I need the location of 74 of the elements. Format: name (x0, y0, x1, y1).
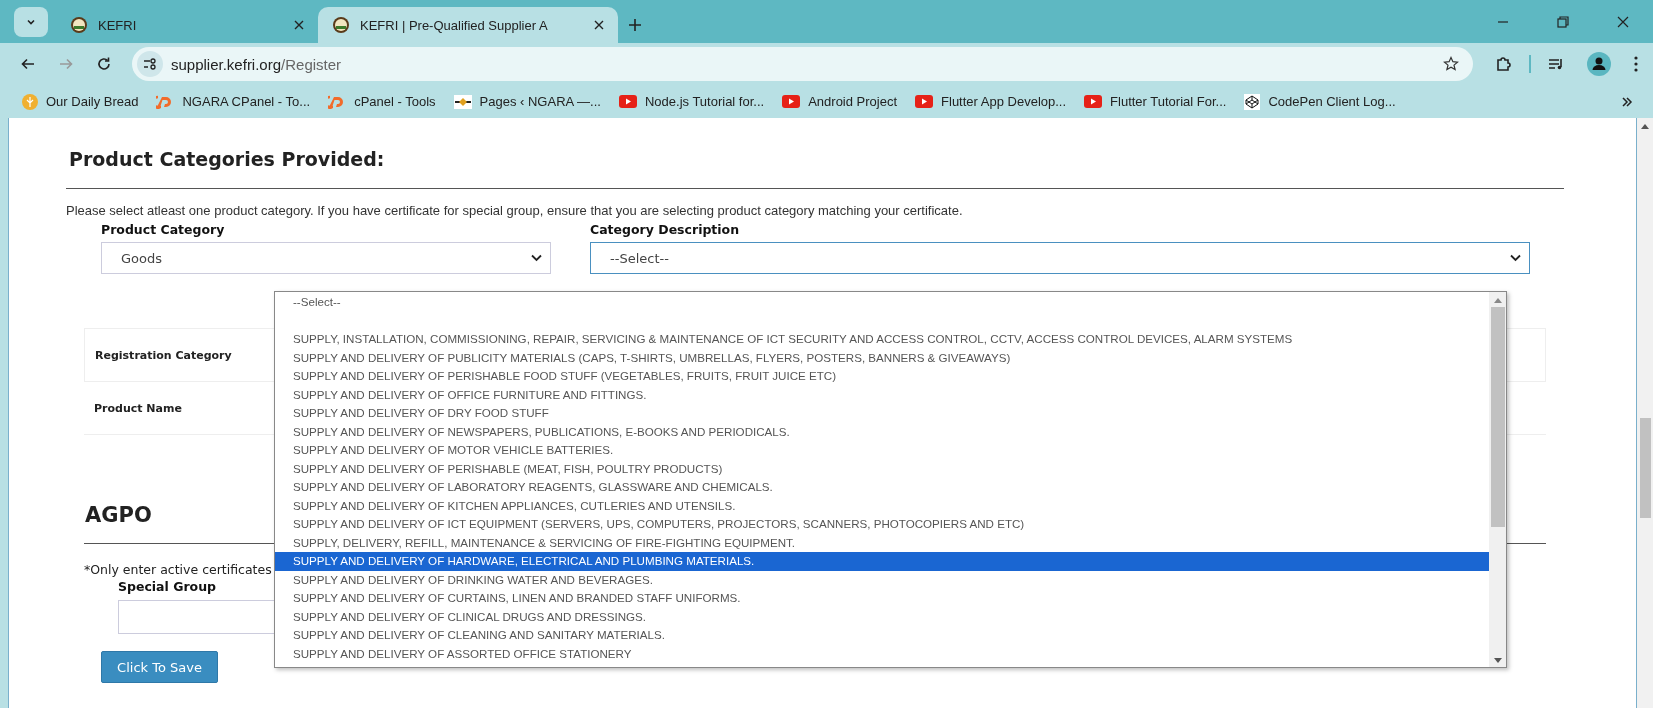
bookmark[interactable]: Node.js Tutorial for... (618, 94, 765, 109)
dropdown-option[interactable]: SUPPLY AND DELIVERY OF PERISHABLE (MEAT, FISH, POULTRY PRODUCTS) (275, 459, 1489, 478)
puzzle-piece-icon[interactable] (1495, 55, 1513, 73)
save-button[interactable]: Click To Save (101, 651, 218, 683)
profile-icon[interactable] (1587, 52, 1611, 76)
close-icon[interactable] (294, 20, 304, 30)
dropdown-option[interactable]: SUPPLY AND DELIVERY OF KITCHEN APPLIANCES, CUTLERIES AND UTENSILS. (275, 496, 1489, 515)
bookmark[interactable]: Pages ‹ NGARA —... (453, 94, 601, 109)
address-bar[interactable]: supplier.kefri.org/Register (132, 47, 1473, 81)
emblem-icon (70, 16, 88, 34)
back-arrow-icon[interactable] (20, 56, 36, 72)
bookmark[interactable]: Flutter Tutorial For... (1084, 94, 1227, 109)
close-icon[interactable] (1617, 16, 1629, 28)
dropdown-option[interactable]: SUPPLY AND DELIVERY OF MOTOR VEHICLE BATTERIES. (275, 441, 1489, 460)
play-icon (782, 95, 801, 108)
field-label: Product Category (101, 222, 226, 237)
scrollbar-thumb[interactable] (1490, 307, 1505, 527)
dropdown-option[interactable]: SUPPLY AND DELIVERY OF CLINICAL DRUGS AND DRESSINGS. (275, 607, 1489, 626)
dropdown-option[interactable]: SUPPLY, DELIVERY, REFILL, MAINTENANCE & SERVICING OF FIRE-FIGHTING EQUIPMENT. (275, 533, 1489, 552)
browser-tab[interactable]: KEFRI (56, 7, 318, 43)
dropdown-option[interactable]: --Select-- (275, 293, 1489, 312)
dropdown-option[interactable]: SUPPLY AND DELIVERY OF DRY FOOD STUFF (275, 404, 1489, 423)
scroll-down-icon[interactable] (1493, 658, 1502, 663)
dropdown-option[interactable]: SUPPLY AND DELIVERY OF PERISHABLE FOOD STUFF (VEGETABLES, FRUITS, FRUIT JUICE ETC) (275, 367, 1489, 386)
new-tab-icon[interactable] (628, 18, 642, 32)
scrollbar-thumb[interactable] (1639, 418, 1651, 518)
star-icon[interactable] (1443, 56, 1459, 72)
scroll-up-icon[interactable] (1493, 298, 1502, 303)
dropdown-option[interactable]: SUPPLY AND DELIVERY OF HARDWARE, ELECTRICAL AND PLUMBING MATERIALS. (275, 552, 1489, 571)
dropdown-option[interactable]: SUPPLY AND DELIVERY OF CURTAINS, LINEN AND BRANDED STAFF UNIFORMS. (275, 589, 1489, 608)
url-text: supplier.kefri.org/Register (171, 55, 342, 73)
table-cell: Product Name (94, 401, 182, 415)
section-heading: AGPO (85, 503, 152, 527)
restore-icon[interactable] (1557, 16, 1569, 28)
play-icon (1084, 95, 1103, 108)
dropdown-option[interactable]: SUPPLY, INSTALLATION, COMMISSIONING, REPAIR, SERVICING & MAINTENANCE OF ICT SECURITY AND ACCESS CONTROL, CCTV, ACCESS CONTROL DEVICES, ALARM SYSTEMS (275, 330, 1489, 349)
scrollbar[interactable] (1636, 118, 1653, 708)
chevron-icon[interactable] (1621, 95, 1633, 108)
emblem-icon (332, 16, 350, 34)
category-description-select[interactable]: --Select-- (590, 242, 1530, 274)
tab-title: KEFRI | Pre-Qualified Supplier A (360, 17, 549, 33)
field-label: Category Description (590, 222, 741, 237)
chevron-down-icon (1510, 254, 1521, 262)
section-heading: Product Categories Provided: (69, 148, 385, 170)
dropdown-option[interactable]: SUPPLY AND DELIVERY OF DRINKING WATER AND BEVERAGES. (275, 570, 1489, 589)
bookmark[interactable]: Android Project (782, 94, 898, 109)
dropdown-option[interactable]: SUPPLY AND DELIVERY OF NEWSPAPERS, PUBLICATIONS, E-BOOKS AND PERIODICALS. (275, 422, 1489, 441)
tab-title: KEFRI (98, 17, 138, 33)
dropdown-option[interactable]: SUPPLY AND DELIVERY OF ASSORTED OFFICE STATIONERY (275, 644, 1489, 663)
dropdown-option[interactable]: SUPPLY AND DELIVERY OF CLEANING AND SANITARY MATERIALS. (275, 626, 1489, 645)
instruction-text: Please select atleast one product category. If you have certificate for special group, ensure that you are selecting product category matching your certificate. (66, 203, 963, 218)
bookmark[interactable]: CodePen Client Log... (1244, 93, 1396, 110)
site-settings-icon[interactable] (137, 51, 163, 77)
table-cell: Registration Category (95, 348, 232, 362)
play-icon (915, 95, 934, 108)
play-icon (618, 95, 637, 108)
note-text: *Only enter active certificates (84, 562, 273, 577)
bookmark[interactable]: cPanel - Tools (328, 94, 436, 109)
scrollbar[interactable] (1489, 292, 1506, 667)
bookmark[interactable]: Our Daily Bread (22, 93, 139, 110)
bookmark[interactable]: Flutter App Develop... (915, 94, 1067, 109)
dropdown-option[interactable]: SUPPLY AND DELIVERY OF LABORATORY REAGENTS, GLASSWARE AND CHEMICALS. (275, 478, 1489, 497)
close-icon[interactable] (594, 20, 604, 30)
reload-icon[interactable] (96, 56, 112, 72)
menu-icon[interactable] (1633, 55, 1639, 73)
browser-tab[interactable]: KEFRI | Pre-Qualified Supplier A (318, 7, 618, 43)
dropdown-option[interactable]: SUPPLY AND DELIVERY OF OFFICE FURNITURE AND FITTINGS. (275, 385, 1489, 404)
dropdown-option[interactable]: SUPPLY AND DELIVERY OF ICT EQUIPMENT (SERVERS, UPS, COMPUTERS, PROJECTORS, SCANNERS, PHOTOCOPIERS AND ETC) (275, 515, 1489, 534)
scroll-up-icon[interactable] (1641, 124, 1649, 129)
product-category-select[interactable]: Goods (101, 242, 551, 274)
chevron-down-icon (531, 254, 542, 262)
dropdown-option[interactable]: SUPPLY AND DELIVERY OF PUBLICITY MATERIALS (CAPS, T-SHIRTS, UMBRELLAS, FLYERS, POSTERS, BANNERS & GIVEAWAYS) (275, 348, 1489, 367)
bookmark[interactable]: NGARA CPanel - To... (156, 94, 311, 109)
field-label: Special Group (118, 579, 218, 594)
